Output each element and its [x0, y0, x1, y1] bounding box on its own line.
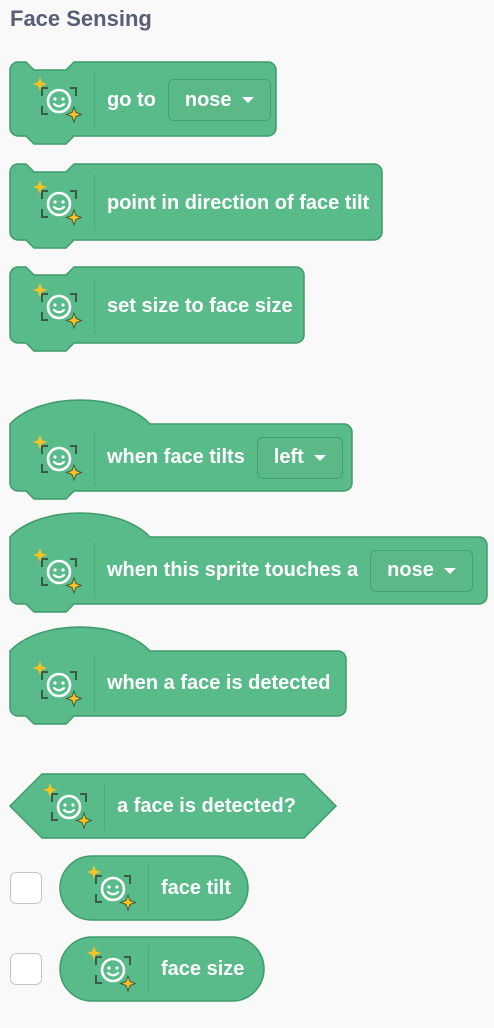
block-label: face tilt	[161, 876, 232, 899]
face-tilt-reporter-block[interactable]: face tilt	[59, 855, 250, 922]
face-sensing-icon	[33, 180, 82, 227]
block-label: point in direction of face tilt	[107, 191, 370, 214]
face-tilt-checkbox[interactable]	[10, 872, 42, 904]
dropdown-value: nose	[184, 88, 232, 111]
block-separator	[148, 945, 149, 993]
block-separator	[104, 782, 105, 830]
when-face-tilts-block[interactable]: when face tilts left	[9, 392, 354, 514]
block-separator	[94, 655, 95, 712]
block-label: a face is detected?	[117, 794, 296, 817]
touch-part-dropdown[interactable]: nose	[370, 549, 473, 592]
go-to-block[interactable]: go to nose	[9, 61, 278, 148]
face-sensing-icon	[33, 283, 82, 330]
face-sensing-icon	[87, 946, 136, 993]
block-label: face size	[161, 957, 245, 980]
face-sensing-icon	[33, 77, 82, 124]
block-label: when face tilts	[107, 446, 245, 468]
face-detected-boolean-block[interactable]: a face is detected?	[8, 773, 338, 840]
face-sensing-icon	[33, 434, 82, 481]
face-size-checkbox[interactable]	[10, 953, 42, 985]
face-sensing-icon	[87, 865, 136, 912]
dropdown-value: left	[273, 446, 304, 468]
tilt-direction-dropdown[interactable]: left	[256, 436, 343, 479]
block-separator	[94, 278, 95, 334]
when-sprite-touches-block[interactable]: when this sprite touches a nose	[9, 505, 490, 627]
block-label: set size to face size	[107, 294, 293, 317]
face-sensing-icon	[43, 783, 92, 830]
category-title: Face Sensing	[10, 6, 152, 31]
block-separator	[94, 72, 95, 128]
dropdown-arrow-icon	[443, 567, 456, 574]
point-in-direction-block[interactable]: point in direction of face tilt	[9, 163, 384, 250]
block-label: go to	[107, 88, 156, 111]
block-separator	[94, 542, 95, 599]
block-separator	[94, 429, 95, 486]
when-face-detected-block[interactable]: when a face is detected	[9, 619, 350, 741]
block-separator	[148, 864, 149, 912]
face-sensing-icon	[33, 660, 82, 707]
block-label: when a face is detected	[107, 672, 331, 694]
dropdown-value: nose	[387, 559, 434, 581]
block-label: when this sprite touches a	[107, 559, 359, 581]
dropdown-arrow-icon	[241, 97, 254, 103]
block-separator	[94, 175, 95, 231]
face-size-reporter-block[interactable]: face size	[59, 936, 266, 1003]
dropdown-arrow-icon	[313, 454, 326, 461]
set-size-block[interactable]: set size to face size	[9, 266, 306, 353]
target-dropdown[interactable]: nose	[167, 79, 271, 121]
face-sensing-icon	[33, 547, 82, 594]
